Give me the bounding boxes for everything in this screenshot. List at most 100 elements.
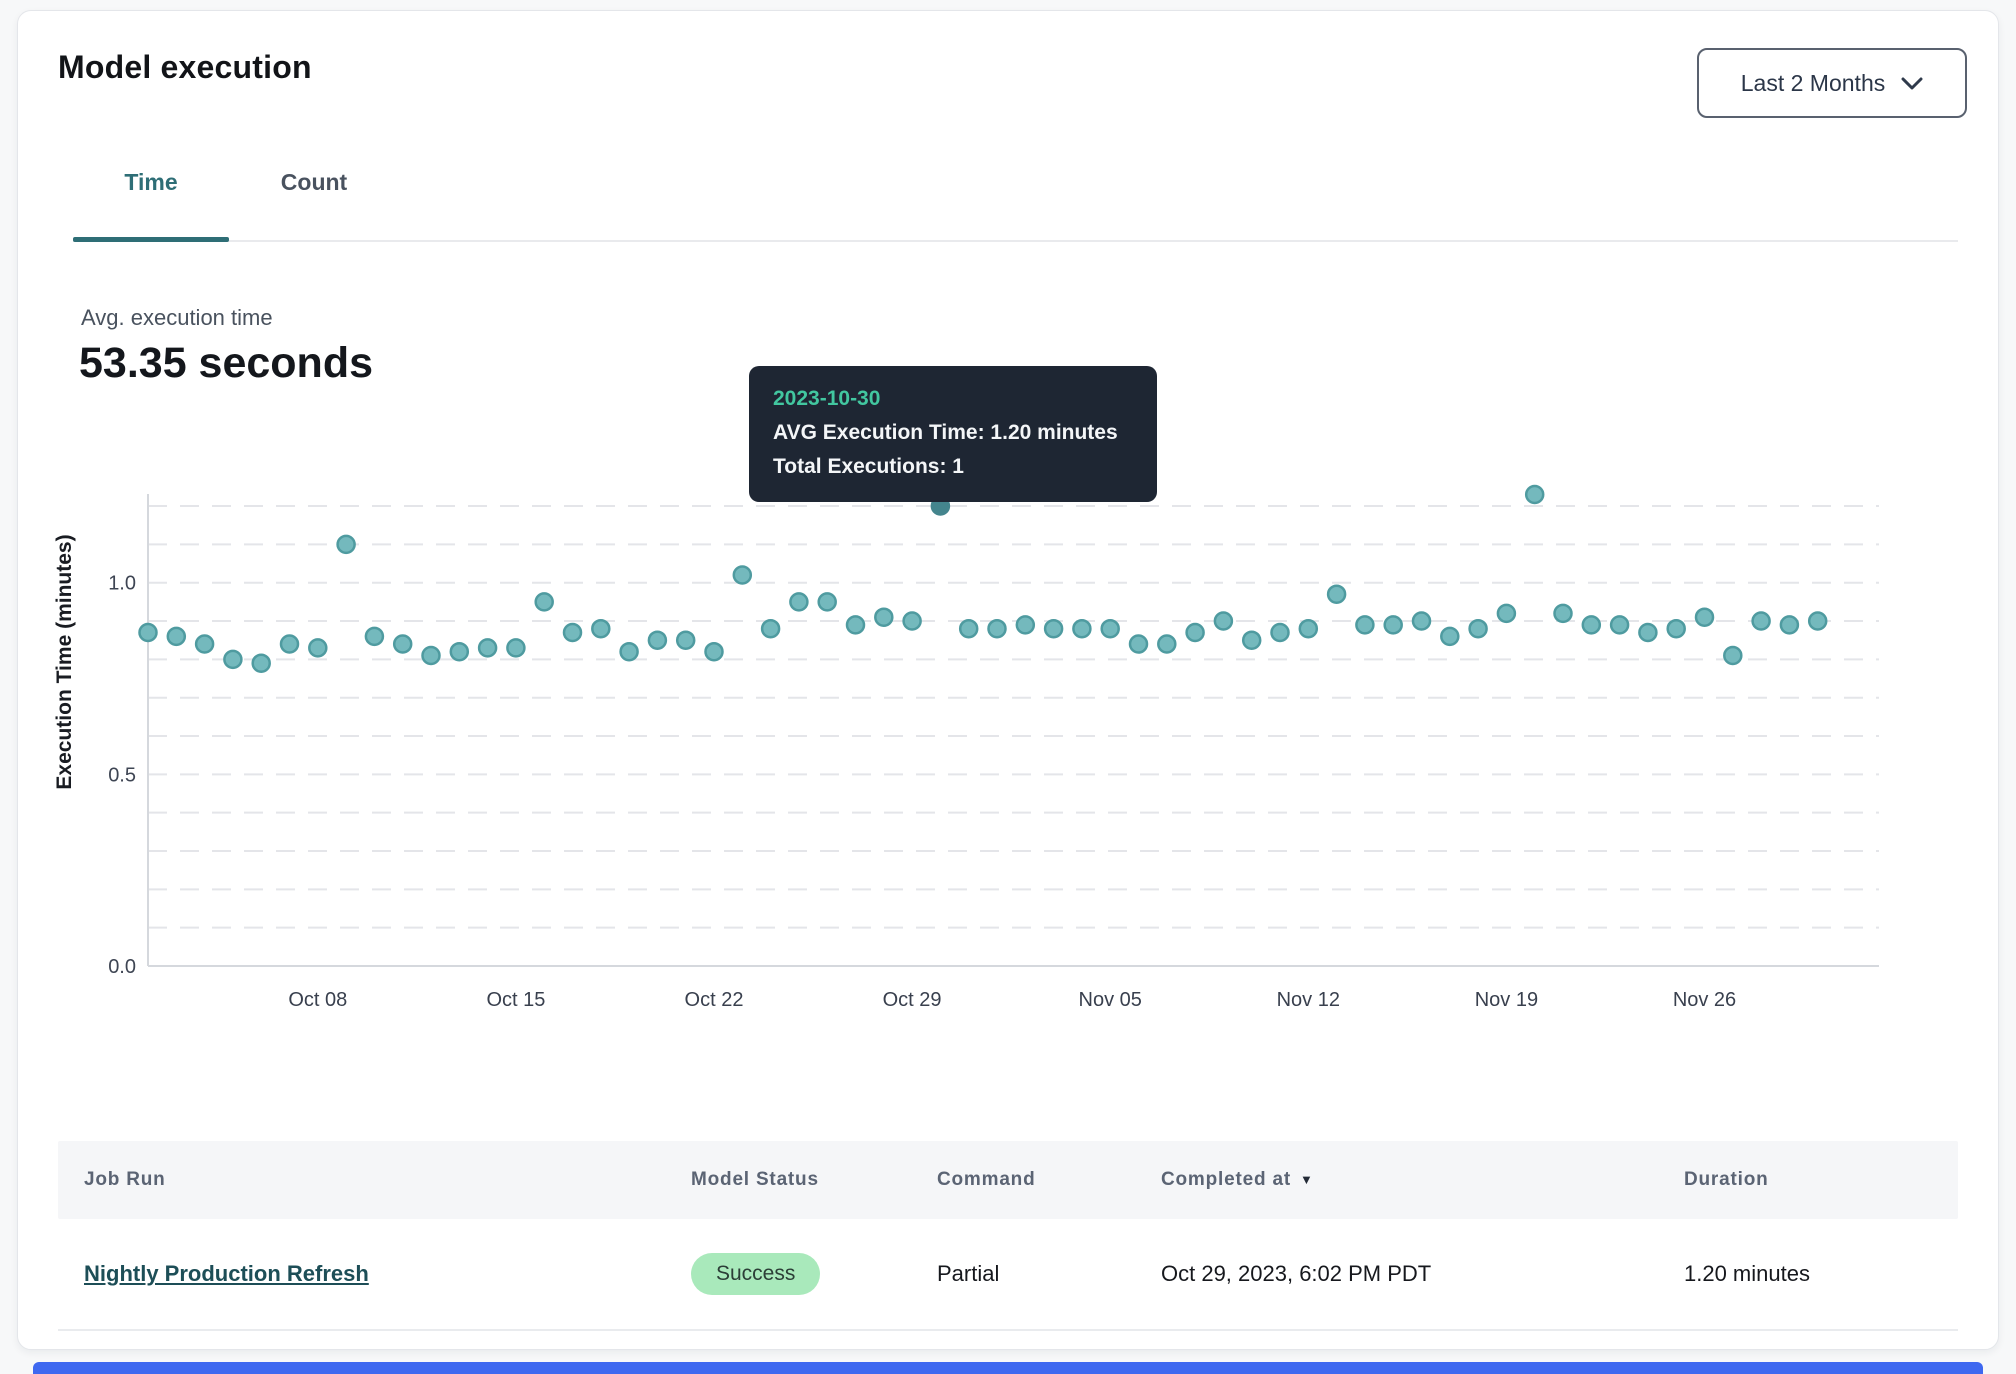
data-point[interactable]: [1668, 620, 1685, 637]
tooltip-date: 2023-10-30: [773, 382, 1133, 416]
tab-time[interactable]: Time: [73, 169, 229, 242]
data-point[interactable]: [423, 647, 440, 664]
data-point[interactable]: [819, 593, 836, 610]
tooltip-total-line: Total Executions: 1: [773, 450, 1133, 484]
bottom-accent-bar: [33, 1362, 1983, 1374]
data-point[interactable]: [1243, 632, 1260, 649]
data-point[interactable]: [451, 643, 468, 660]
data-point[interactable]: [1017, 616, 1034, 633]
table-header-row: Job Run Model Status Command Completed a…: [58, 1141, 1958, 1219]
data-point[interactable]: [1441, 628, 1458, 645]
data-point[interactable]: [649, 632, 666, 649]
date-range-dropdown[interactable]: Last 2 Months: [1697, 48, 1967, 118]
job-runs-table: Job Run Model Status Command Completed a…: [58, 1141, 1958, 1331]
status-badge: Success: [691, 1253, 820, 1295]
x-tick-label: Oct 29: [883, 989, 942, 1011]
data-point[interactable]: [1753, 613, 1770, 630]
data-point[interactable]: [168, 628, 185, 645]
data-point[interactable]: [762, 620, 779, 637]
x-tick-label: Oct 08: [288, 989, 347, 1011]
data-point[interactable]: [1300, 620, 1317, 637]
data-point[interactable]: [224, 651, 241, 668]
data-point[interactable]: [1555, 605, 1572, 622]
data-point[interactable]: [196, 636, 213, 653]
y-tick-label: 0.5: [108, 764, 136, 786]
avg-execution-time-value: 53.35 seconds: [79, 339, 373, 388]
data-point[interactable]: [394, 636, 411, 653]
data-point[interactable]: [507, 639, 524, 656]
x-tick-label: Oct 15: [486, 989, 545, 1011]
data-point[interactable]: [1130, 636, 1147, 653]
data-point[interactable]: [734, 567, 751, 584]
chart-tabs: Time Count: [73, 169, 399, 242]
chevron-down-icon: [1901, 77, 1923, 90]
x-tick-label: Nov 26: [1673, 989, 1736, 1011]
completed-at-cell: Oct 29, 2023, 6:02 PM PDT: [1135, 1261, 1658, 1287]
execution-time-chart[interactable]: 0.0 0.5 1.0 Oct 08 Oct 15 Oct 22 Oct 29 Nov 05 N…: [18, 481, 2000, 1031]
data-point[interactable]: [564, 624, 581, 641]
data-point[interactable]: [1385, 616, 1402, 633]
triangle-down-icon: ▼: [1300, 1172, 1314, 1187]
x-tick-label: Nov 12: [1277, 989, 1340, 1011]
data-point[interactable]: [1583, 616, 1600, 633]
data-point[interactable]: [592, 620, 609, 637]
data-point[interactable]: [1187, 624, 1204, 641]
data-point[interactable]: [1413, 613, 1430, 630]
data-point[interactable]: [536, 593, 553, 610]
x-tick-label: Oct 22: [685, 989, 744, 1011]
data-point[interactable]: [1328, 586, 1345, 603]
data-point[interactable]: [1639, 624, 1656, 641]
data-point[interactable]: [1809, 613, 1826, 630]
data-point[interactable]: [1158, 636, 1175, 653]
data-point[interactable]: [960, 620, 977, 637]
date-range-value: Last 2 Months: [1741, 70, 1885, 97]
data-point[interactable]: [1611, 616, 1628, 633]
data-point[interactable]: [1526, 486, 1543, 503]
avg-execution-time-label: Avg. execution time: [81, 305, 273, 331]
data-point[interactable]: [1102, 620, 1119, 637]
data-point[interactable]: [989, 620, 1006, 637]
x-tick-label: Nov 19: [1475, 989, 1538, 1011]
tab-count[interactable]: Count: [229, 169, 399, 242]
y-axis-title: Execution Time (minutes): [53, 534, 76, 789]
data-point[interactable]: [875, 609, 892, 626]
data-point[interactable]: [1498, 605, 1515, 622]
data-point[interactable]: [1045, 620, 1062, 637]
column-header-completed-at[interactable]: Completed at ▼: [1135, 1169, 1658, 1191]
chart-tooltip: 2023-10-30 AVG Execution Time: 1.20 minu…: [749, 366, 1157, 502]
data-point[interactable]: [706, 643, 723, 660]
job-run-cell: Nightly Production Refresh: [58, 1261, 665, 1287]
data-point[interactable]: [140, 624, 157, 641]
data-point[interactable]: [253, 655, 270, 672]
data-point[interactable]: [1272, 624, 1289, 641]
data-point[interactable]: [1215, 613, 1232, 630]
page-title: Model execution: [58, 49, 312, 86]
tooltip-avg-line: AVG Execution Time: 1.20 minutes: [773, 416, 1133, 450]
data-point[interactable]: [366, 628, 383, 645]
data-point[interactable]: [1696, 609, 1713, 626]
x-tick-label: Nov 05: [1079, 989, 1142, 1011]
duration-cell: 1.20 minutes: [1658, 1261, 1958, 1287]
data-point[interactable]: [904, 613, 921, 630]
y-tick-label: 0.0: [108, 956, 136, 978]
data-point[interactable]: [1470, 620, 1487, 637]
data-point[interactable]: [677, 632, 694, 649]
data-point[interactable]: [479, 639, 496, 656]
column-header-duration: Duration: [1658, 1169, 1958, 1191]
data-point[interactable]: [338, 536, 355, 553]
data-point[interactable]: [847, 616, 864, 633]
data-point[interactable]: [790, 593, 807, 610]
data-point[interactable]: [1356, 616, 1373, 633]
tabs-divider: [73, 240, 1958, 242]
model-execution-card: Model execution Last 2 Months Time Count…: [17, 10, 1999, 1350]
y-tick-label: 1.0: [108, 573, 136, 595]
command-cell: Partial: [911, 1261, 1135, 1287]
data-point[interactable]: [309, 639, 326, 656]
data-point[interactable]: [621, 643, 638, 660]
data-point[interactable]: [281, 636, 298, 653]
column-header-model-status: Model Status: [665, 1169, 911, 1191]
data-point[interactable]: [1724, 647, 1741, 664]
job-run-link[interactable]: Nightly Production Refresh: [84, 1261, 369, 1286]
data-point[interactable]: [1781, 616, 1798, 633]
data-point[interactable]: [1073, 620, 1090, 637]
